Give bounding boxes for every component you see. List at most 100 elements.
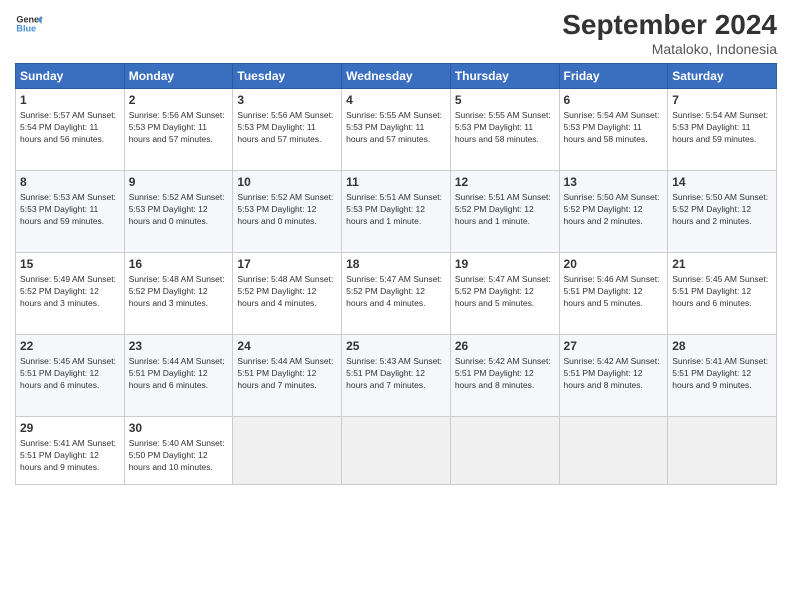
day-number: 9 [129,175,229,189]
col-sunday: Sunday [16,63,125,88]
day-number: 25 [346,339,446,353]
day-info: Sunrise: 5:40 AM Sunset: 5:50 PM Dayligh… [129,437,229,474]
table-row: 5 Sunrise: 5:55 AM Sunset: 5:53 PM Daylig… [450,88,559,170]
table-row: 8 Sunrise: 5:53 AM Sunset: 5:53 PM Daylig… [16,170,125,252]
day-number: 4 [346,93,446,107]
day-info: Sunrise: 5:56 AM Sunset: 5:53 PM Dayligh… [129,109,229,146]
day-info: Sunrise: 5:41 AM Sunset: 5:51 PM Dayligh… [20,437,120,474]
header-row: Sunday Monday Tuesday Wednesday Thursday… [16,63,777,88]
table-row: 6 Sunrise: 5:54 AM Sunset: 5:53 PM Daylig… [559,88,668,170]
day-number: 10 [237,175,337,189]
table-row: 4 Sunrise: 5:55 AM Sunset: 5:53 PM Daylig… [342,88,451,170]
table-row [450,416,559,484]
table-row: 18 Sunrise: 5:47 AM Sunset: 5:52 PM Dayli… [342,252,451,334]
col-saturday: Saturday [668,63,777,88]
day-number: 15 [20,257,120,271]
day-number: 21 [672,257,772,271]
table-row: 28 Sunrise: 5:41 AM Sunset: 5:51 PM Dayli… [668,334,777,416]
day-info: Sunrise: 5:42 AM Sunset: 5:51 PM Dayligh… [455,355,555,392]
day-info: Sunrise: 5:52 AM Sunset: 5:53 PM Dayligh… [129,191,229,228]
table-row: 9 Sunrise: 5:52 AM Sunset: 5:53 PM Daylig… [124,170,233,252]
day-info: Sunrise: 5:51 AM Sunset: 5:52 PM Dayligh… [455,191,555,228]
day-number: 18 [346,257,446,271]
day-info: Sunrise: 5:56 AM Sunset: 5:53 PM Dayligh… [237,109,337,146]
day-info: Sunrise: 5:47 AM Sunset: 5:52 PM Dayligh… [346,273,446,310]
day-info: Sunrise: 5:44 AM Sunset: 5:51 PM Dayligh… [129,355,229,392]
day-number: 22 [20,339,120,353]
day-number: 11 [346,175,446,189]
table-row: 10 Sunrise: 5:52 AM Sunset: 5:53 PM Dayli… [233,170,342,252]
logo: General Blue [15,10,43,38]
day-number: 29 [20,421,120,435]
day-info: Sunrise: 5:51 AM Sunset: 5:53 PM Dayligh… [346,191,446,228]
col-tuesday: Tuesday [233,63,342,88]
table-row [668,416,777,484]
day-info: Sunrise: 5:47 AM Sunset: 5:52 PM Dayligh… [455,273,555,310]
day-info: Sunrise: 5:52 AM Sunset: 5:53 PM Dayligh… [237,191,337,228]
logo-icon: General Blue [15,10,43,38]
table-row: 12 Sunrise: 5:51 AM Sunset: 5:52 PM Dayli… [450,170,559,252]
day-info: Sunrise: 5:48 AM Sunset: 5:52 PM Dayligh… [129,273,229,310]
col-wednesday: Wednesday [342,63,451,88]
day-info: Sunrise: 5:53 AM Sunset: 5:53 PM Dayligh… [20,191,120,228]
table-row [233,416,342,484]
day-info: Sunrise: 5:50 AM Sunset: 5:52 PM Dayligh… [672,191,772,228]
day-info: Sunrise: 5:41 AM Sunset: 5:51 PM Dayligh… [672,355,772,392]
table-row: 16 Sunrise: 5:48 AM Sunset: 5:52 PM Dayli… [124,252,233,334]
col-thursday: Thursday [450,63,559,88]
day-number: 7 [672,93,772,107]
day-number: 12 [455,175,555,189]
col-monday: Monday [124,63,233,88]
day-number: 8 [20,175,120,189]
day-info: Sunrise: 5:55 AM Sunset: 5:53 PM Dayligh… [455,109,555,146]
day-info: Sunrise: 5:57 AM Sunset: 5:54 PM Dayligh… [20,109,120,146]
month-title: September 2024 [562,10,777,41]
col-friday: Friday [559,63,668,88]
day-number: 28 [672,339,772,353]
day-number: 26 [455,339,555,353]
day-number: 16 [129,257,229,271]
day-number: 24 [237,339,337,353]
table-row: 1 Sunrise: 5:57 AM Sunset: 5:54 PM Daylig… [16,88,125,170]
day-number: 14 [672,175,772,189]
day-number: 23 [129,339,229,353]
day-number: 3 [237,93,337,107]
table-row: 14 Sunrise: 5:50 AM Sunset: 5:52 PM Dayli… [668,170,777,252]
day-number: 6 [564,93,664,107]
day-number: 5 [455,93,555,107]
table-row: 11 Sunrise: 5:51 AM Sunset: 5:53 PM Dayli… [342,170,451,252]
table-row: 19 Sunrise: 5:47 AM Sunset: 5:52 PM Dayli… [450,252,559,334]
header: General Blue September 2024 Mataloko, In… [15,10,777,57]
day-info: Sunrise: 5:42 AM Sunset: 5:51 PM Dayligh… [564,355,664,392]
day-info: Sunrise: 5:48 AM Sunset: 5:52 PM Dayligh… [237,273,337,310]
day-info: Sunrise: 5:54 AM Sunset: 5:53 PM Dayligh… [564,109,664,146]
day-number: 20 [564,257,664,271]
day-info: Sunrise: 5:55 AM Sunset: 5:53 PM Dayligh… [346,109,446,146]
table-row: 21 Sunrise: 5:45 AM Sunset: 5:51 PM Dayli… [668,252,777,334]
table-row [559,416,668,484]
page: General Blue September 2024 Mataloko, In… [0,0,792,612]
table-row: 17 Sunrise: 5:48 AM Sunset: 5:52 PM Dayli… [233,252,342,334]
table-row: 26 Sunrise: 5:42 AM Sunset: 5:51 PM Dayli… [450,334,559,416]
table-row: 24Sunrise: 5:44 AM Sunset: 5:51 PM Dayli… [233,334,342,416]
table-row: 13Sunrise: 5:50 AM Sunset: 5:52 PM Dayli… [559,170,668,252]
day-number: 1 [20,93,120,107]
day-number: 27 [564,339,664,353]
day-info: Sunrise: 5:49 AM Sunset: 5:52 PM Dayligh… [20,273,120,310]
day-info: Sunrise: 5:46 AM Sunset: 5:51 PM Dayligh… [564,273,664,310]
day-number: 17 [237,257,337,271]
title-block: September 2024 Mataloko, Indonesia [562,10,777,57]
day-info: Sunrise: 5:50 AM Sunset: 5:52 PM Dayligh… [564,191,664,228]
table-row: 29 Sunrise: 5:41 AM Sunset: 5:51 PM Dayli… [16,416,125,484]
day-number: 19 [455,257,555,271]
day-info: Sunrise: 5:45 AM Sunset: 5:51 PM Dayligh… [672,273,772,310]
table-row: 27 Sunrise: 5:42 AM Sunset: 5:51 PM Dayli… [559,334,668,416]
table-row: 7Sunrise: 5:54 AM Sunset: 5:53 PM Daylig… [668,88,777,170]
table-row: 22 Sunrise: 5:45 AM Sunset: 5:51 PM Dayli… [16,334,125,416]
day-number: 2 [129,93,229,107]
table-row: 20 Sunrise: 5:46 AM Sunset: 5:51 PM Dayli… [559,252,668,334]
table-row: 25 Sunrise: 5:43 AM Sunset: 5:51 PM Dayli… [342,334,451,416]
day-info: Sunrise: 5:45 AM Sunset: 5:51 PM Dayligh… [20,355,120,392]
subtitle: Mataloko, Indonesia [562,41,777,57]
day-info: Sunrise: 5:43 AM Sunset: 5:51 PM Dayligh… [346,355,446,392]
